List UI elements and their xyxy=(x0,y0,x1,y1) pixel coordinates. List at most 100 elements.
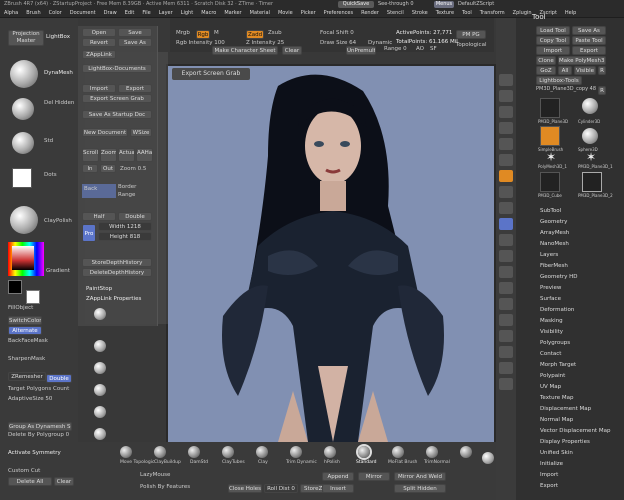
delete-by-polygroup-slider[interactable]: Delete By Polygroup 0 xyxy=(8,432,69,438)
polyf-icon[interactable] xyxy=(499,314,513,326)
floor-icon[interactable] xyxy=(499,186,513,198)
brush-standard-icon[interactable] xyxy=(358,446,370,458)
deformation-section[interactable]: Deformation xyxy=(540,307,574,313)
solo-icon[interactable] xyxy=(499,362,513,374)
stroke-icon[interactable] xyxy=(12,98,34,120)
menu-brush[interactable]: Brush xyxy=(26,10,40,16)
export-screen-grab-tooltip[interactable]: Export Screen Grab xyxy=(172,68,250,80)
brush-sphere-icon[interactable] xyxy=(94,308,106,320)
persp-icon[interactable] xyxy=(499,170,513,182)
delete-all-button[interactable]: Delete All xyxy=(8,477,52,486)
lightbox-documents-button[interactable]: LightBox›Documents xyxy=(82,64,152,73)
brush-claytubes-icon[interactable] xyxy=(222,446,234,458)
uv-map-section[interactable]: UV Map xyxy=(540,384,561,390)
polygroups-section[interactable]: Polygroups xyxy=(540,340,570,346)
tool-thumb-plane3d-2[interactable] xyxy=(582,172,602,192)
r-button[interactable]: R xyxy=(598,66,606,75)
top-clear-button[interactable]: Clear xyxy=(282,46,302,55)
insert-button[interactable]: Insert xyxy=(322,484,354,493)
current-brush-icon[interactable] xyxy=(10,60,38,88)
brush-move-topologic-icon[interactable] xyxy=(120,446,132,458)
doc-revert-button[interactable]: Revert xyxy=(82,38,116,47)
make-polymesh-button[interactable]: Make PolyMesh3D xyxy=(558,56,606,65)
bpr-icon[interactable] xyxy=(499,74,513,86)
doc-import-button[interactable]: Import xyxy=(82,84,116,93)
lightbox-button[interactable]: LightBox xyxy=(46,34,70,40)
claypolish-button[interactable]: ClayPolish xyxy=(44,218,72,224)
local-icon[interactable] xyxy=(499,202,513,214)
brush-sphere-icon[interactable] xyxy=(94,406,106,418)
group-dynamesh-button[interactable]: Group As Dynamesh Sub xyxy=(8,422,72,431)
ao-button[interactable]: AO xyxy=(416,46,424,52)
roll-dist-slider[interactable]: Roll Dist 0 xyxy=(264,484,298,493)
tool-thumb-cube[interactable] xyxy=(540,172,560,192)
main-color-swatch[interactable] xyxy=(8,280,22,294)
tool-thumb-plane3d[interactable] xyxy=(540,98,560,118)
copy-tool-button[interactable]: Copy Tool xyxy=(536,36,570,45)
split-hidden-button[interactable]: Split Hidden xyxy=(394,484,446,493)
zremesher-button[interactable]: ZRemesher xyxy=(8,372,46,381)
visibility-section[interactable]: Visibility xyxy=(540,329,563,335)
color-picker[interactable] xyxy=(8,242,44,276)
new-document-button[interactable]: New Document xyxy=(82,128,128,137)
gxyz-icon[interactable] xyxy=(499,234,513,246)
goz-button[interactable]: GoZ xyxy=(536,66,556,75)
zapplink-button[interactable]: ZAppLink xyxy=(82,50,116,59)
quicksave-button[interactable]: QuickSave xyxy=(338,1,374,8)
color-square[interactable] xyxy=(12,246,34,270)
brush-claybuildup-icon[interactable] xyxy=(154,446,166,458)
displacement-map-section[interactable]: Displacement Map xyxy=(540,406,591,412)
menu-layer[interactable]: Layer xyxy=(159,10,173,16)
sf-button[interactable]: SF xyxy=(430,46,437,52)
focal-shift-slider[interactable]: Focal Shift 0 xyxy=(320,30,354,36)
brush-trimnormal-icon[interactable] xyxy=(426,446,438,458)
texture-icon[interactable] xyxy=(12,168,32,188)
target-polygons-slider[interactable]: Target Polygons Count xyxy=(8,386,69,392)
wsize-button[interactable]: WSize xyxy=(130,128,152,137)
menu-file[interactable]: File xyxy=(142,10,150,16)
scale-icon[interactable] xyxy=(499,282,513,294)
secondary-color-swatch[interactable] xyxy=(26,290,40,304)
normal-map-section[interactable]: Normal Map xyxy=(540,417,573,423)
brush-sphere-icon[interactable] xyxy=(94,340,106,352)
switchcolor-button[interactable]: SwitchColor xyxy=(8,316,42,325)
menu-transform[interactable]: Transform xyxy=(480,10,505,16)
menu-movie[interactable]: Movie xyxy=(278,10,293,16)
menu-draw[interactable]: Draw xyxy=(104,10,117,16)
menu-stencil[interactable]: Stencil xyxy=(387,10,404,16)
all-button[interactable]: All xyxy=(558,66,572,75)
unified-skin-section[interactable]: Unified Skin xyxy=(540,450,573,456)
tool-save-as-button[interactable]: Save As xyxy=(572,26,606,35)
default-zscript[interactable]: DefaultZScript xyxy=(458,1,494,7)
star-icon[interactable]: ✶ xyxy=(546,150,556,164)
brush-trim-dynamic-icon[interactable] xyxy=(290,446,302,458)
aahalf-button[interactable]: AAHalf xyxy=(136,148,153,162)
menu-zplugin[interactable]: Zplugin xyxy=(513,10,532,16)
vector-displacement-section[interactable]: Vector Displacement Map xyxy=(540,428,610,434)
double-button[interactable]: Double xyxy=(46,374,72,383)
double-size-button[interactable]: Double xyxy=(118,212,152,221)
range-slider[interactable]: Range 0 xyxy=(384,46,407,52)
dynamesh-label[interactable]: DynaMesh xyxy=(44,70,73,76)
morph-target-section[interactable]: Morph Target xyxy=(540,362,576,368)
rotate-icon[interactable] xyxy=(499,298,513,310)
custom-cut-button[interactable]: Custom Cut xyxy=(8,468,40,474)
initialize-section[interactable]: Initialize xyxy=(540,461,563,467)
brush-moflat2-icon[interactable] xyxy=(460,446,472,458)
doc-save-button[interactable]: Save xyxy=(118,28,152,37)
append-button[interactable]: Append xyxy=(322,472,354,481)
zoom-button[interactable]: Zoom xyxy=(100,148,117,162)
import-section[interactable]: Import xyxy=(540,472,558,478)
backface-mask-button[interactable]: BackFaceMask xyxy=(8,338,48,344)
move-icon[interactable] xyxy=(499,266,513,278)
surface-section[interactable]: Surface xyxy=(540,296,561,302)
star-icon[interactable]: ✶ xyxy=(586,150,596,164)
menu-tool[interactable]: Tool xyxy=(462,10,472,16)
visible-button[interactable]: Visible xyxy=(574,66,596,75)
range-label[interactable]: Range xyxy=(118,192,135,198)
menu-texture[interactable]: Texture xyxy=(436,10,454,16)
clear-button[interactable]: Clear xyxy=(54,477,74,486)
rgb-button[interactable]: Rgb xyxy=(196,30,210,39)
zoom-in-button[interactable]: In xyxy=(82,164,98,173)
zapplink-properties[interactable]: ZAppLink Properties xyxy=(86,296,141,302)
